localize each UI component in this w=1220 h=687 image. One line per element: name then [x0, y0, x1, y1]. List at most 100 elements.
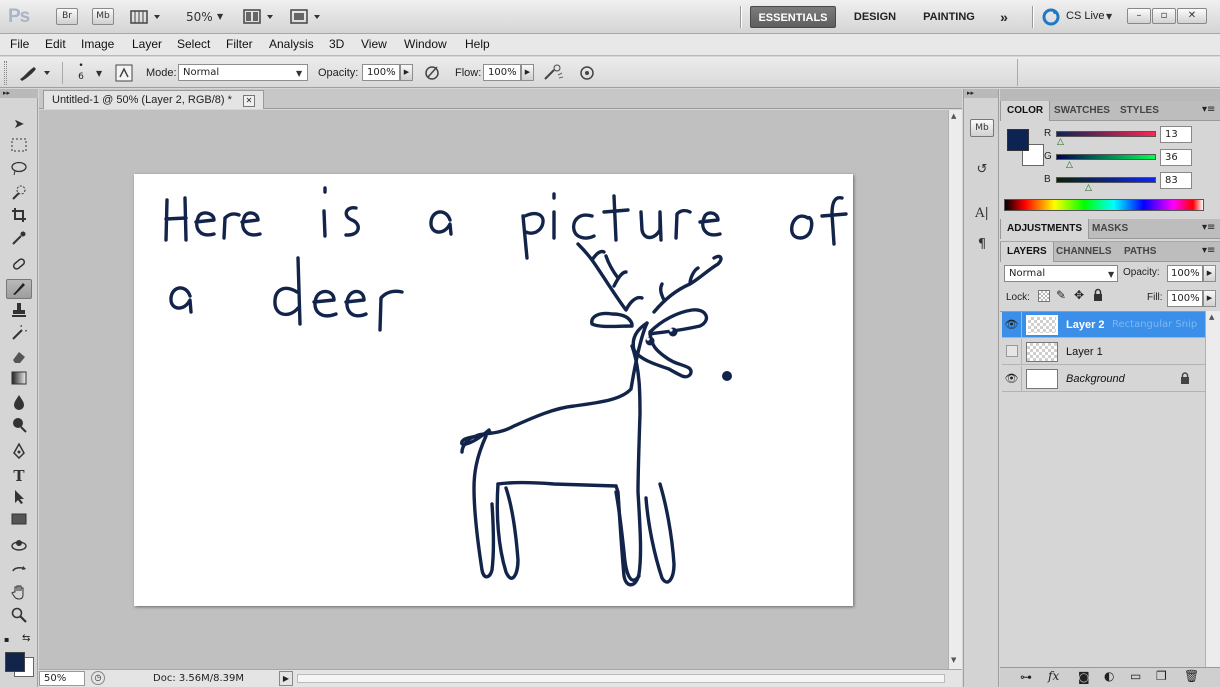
lock-transparency-icon[interactable] [1038, 290, 1050, 302]
lock-all-icon[interactable] [1092, 288, 1104, 305]
menu-file[interactable]: File [10, 37, 29, 51]
red-slider-thumb-icon[interactable]: △ [1057, 137, 1064, 147]
menu-layer[interactable]: Layer [132, 37, 162, 51]
layer-name[interactable]: Layer 2 [1066, 319, 1105, 331]
fill-input[interactable]: 100% [1167, 290, 1203, 307]
status-zoom-input[interactable]: 50% [39, 671, 85, 686]
lasso-tool-icon[interactable] [6, 161, 32, 181]
blue-value-input[interactable]: 83 [1160, 172, 1192, 189]
adjustment-layer-icon[interactable]: ◐ [1104, 669, 1114, 683]
color-spectrum-ramp[interactable] [1004, 199, 1204, 211]
move-tool-icon[interactable]: ➤ [6, 115, 32, 135]
layers-scroll-up-icon[interactable]: ▲ [1206, 311, 1220, 321]
layers-scrollbar[interactable]: ▲ [1205, 311, 1220, 667]
3d-rotate-tool-icon[interactable] [6, 538, 32, 558]
adjustments-panel-menu-icon[interactable]: ▾≡ [1202, 222, 1215, 233]
opacity-pressure-toggle[interactable] [422, 63, 442, 86]
link-layers-icon[interactable]: ⊶ [1020, 670, 1032, 684]
delete-layer-icon[interactable]: 🗑 [1184, 669, 1199, 683]
add-mask-icon[interactable]: ◙ [1078, 670, 1090, 684]
rectangle-tool-icon[interactable] [6, 512, 32, 532]
zoom-dropdown-icon[interactable]: ▼ [217, 12, 223, 21]
menu-3d[interactable]: 3D [329, 37, 344, 51]
restore-button[interactable]: ▫ [1152, 8, 1176, 24]
opacity-input[interactable]: 100% [362, 64, 400, 81]
eyedropper-tool-icon[interactable] [6, 230, 32, 250]
brush-panel-toggle[interactable] [114, 63, 134, 86]
cs-live-icon[interactable] [1042, 8, 1060, 29]
bridge-button[interactable]: Br [56, 8, 78, 25]
blend-mode-select[interactable]: Normal [1004, 265, 1118, 282]
layer-name[interactable]: Background [1066, 373, 1125, 385]
tab-channels[interactable]: CHANNELS [1050, 242, 1118, 262]
mini-bridge-button[interactable]: Mb [92, 8, 114, 25]
green-value-input[interactable]: 36 [1160, 149, 1192, 166]
menu-select[interactable]: Select [177, 37, 210, 51]
tab-adjustments[interactable]: ADJUSTMENTS [1000, 219, 1090, 239]
foreground-color-swatch[interactable] [5, 652, 25, 672]
arrange-documents-button[interactable] [243, 9, 277, 28]
brush-tool-icon[interactable] [6, 279, 32, 299]
color-panel-menu-icon[interactable]: ▾≡ [1202, 104, 1215, 115]
opacity-slider-button[interactable]: ▶ [400, 64, 413, 81]
workspace-design[interactable]: DESIGN [846, 6, 904, 28]
brush-size-preview[interactable]: • [76, 61, 86, 71]
hand-tool-icon[interactable] [6, 584, 32, 604]
tab-swatches[interactable]: SWATCHES [1048, 101, 1116, 121]
new-group-icon[interactable]: ▭ [1130, 669, 1141, 683]
default-colors-icon[interactable]: ▪ [4, 635, 9, 644]
pen-tool-icon[interactable] [6, 442, 32, 463]
zoom-level[interactable]: 50% [186, 10, 213, 24]
zoom-tool-icon[interactable] [6, 607, 32, 627]
tools-panel-header[interactable]: ▸▸ [0, 89, 38, 98]
cs-live-menu[interactable]: CS Live [1066, 10, 1105, 22]
status-info-icon[interactable]: ◷ [91, 671, 105, 685]
layer-row-background[interactable]: 👁 Background [1002, 366, 1205, 392]
close-document-icon[interactable]: ✕ [242, 95, 255, 107]
eye-hidden-icon[interactable] [1002, 339, 1022, 365]
red-value-input[interactable]: 13 [1160, 126, 1192, 143]
eraser-tool-icon[interactable] [6, 348, 32, 368]
red-slider[interactable] [1056, 131, 1156, 137]
path-selection-tool-icon[interactable] [6, 489, 32, 509]
flow-input[interactable]: 100% [483, 64, 521, 81]
menu-help[interactable]: Help [465, 37, 490, 51]
blur-tool-icon[interactable] [6, 394, 32, 414]
size-pressure-toggle[interactable] [577, 63, 597, 86]
tool-preset-picker[interactable] [16, 63, 52, 86]
clone-stamp-tool-icon[interactable] [6, 302, 32, 322]
minimize-button[interactable]: – [1127, 8, 1151, 24]
lock-pixels-icon[interactable]: ✎ [1056, 288, 1066, 302]
options-grip[interactable] [4, 61, 7, 85]
3d-orbit-tool-icon[interactable] [6, 561, 32, 581]
document-canvas[interactable] [134, 174, 853, 606]
close-window-button[interactable]: ✕ [1177, 8, 1207, 24]
blend-mode-dropdown-icon[interactable]: ▼ [1108, 270, 1114, 279]
workspace-essentials[interactable]: ESSENTIALS [750, 6, 836, 28]
healing-brush-tool-icon[interactable] [6, 256, 32, 276]
layer-opacity-input[interactable]: 100% [1167, 265, 1203, 282]
layer-row-layer-2[interactable]: 👁 Layer 2 Rectangular Snip [1002, 312, 1205, 338]
blue-slider-thumb-icon[interactable]: △ [1085, 183, 1092, 193]
new-layer-icon[interactable]: ❐ [1156, 669, 1167, 683]
quick-selection-tool-icon[interactable] [6, 184, 32, 204]
eye-icon[interactable]: 👁 [1002, 366, 1022, 392]
scroll-down-icon[interactable]: ▼ [951, 656, 956, 664]
green-slider-thumb-icon[interactable]: △ [1066, 160, 1073, 170]
character-panel-icon[interactable]: A| [970, 203, 994, 225]
dock-header[interactable] [1000, 89, 1220, 101]
horizontal-scrollbar[interactable] [297, 674, 945, 683]
mode-dropdown-icon[interactable]: ▼ [296, 69, 302, 78]
menu-image[interactable]: Image [81, 37, 114, 51]
strip-header[interactable]: ▸▸ [964, 89, 998, 98]
tab-paths[interactable]: PATHS [1118, 242, 1162, 262]
mode-select[interactable]: Normal [178, 64, 308, 81]
layer-row-layer-1[interactable]: Layer 1 [1002, 339, 1205, 365]
vertical-scrollbar[interactable]: ▲ ▼ [948, 110, 962, 669]
menu-view[interactable]: View [361, 37, 387, 51]
airbrush-toggle[interactable] [542, 63, 564, 86]
flow-slider-button[interactable]: ▶ [521, 64, 534, 81]
tab-styles[interactable]: STYLES [1114, 101, 1165, 121]
tab-masks[interactable]: MASKS [1086, 219, 1134, 239]
dodge-tool-icon[interactable] [6, 417, 32, 437]
